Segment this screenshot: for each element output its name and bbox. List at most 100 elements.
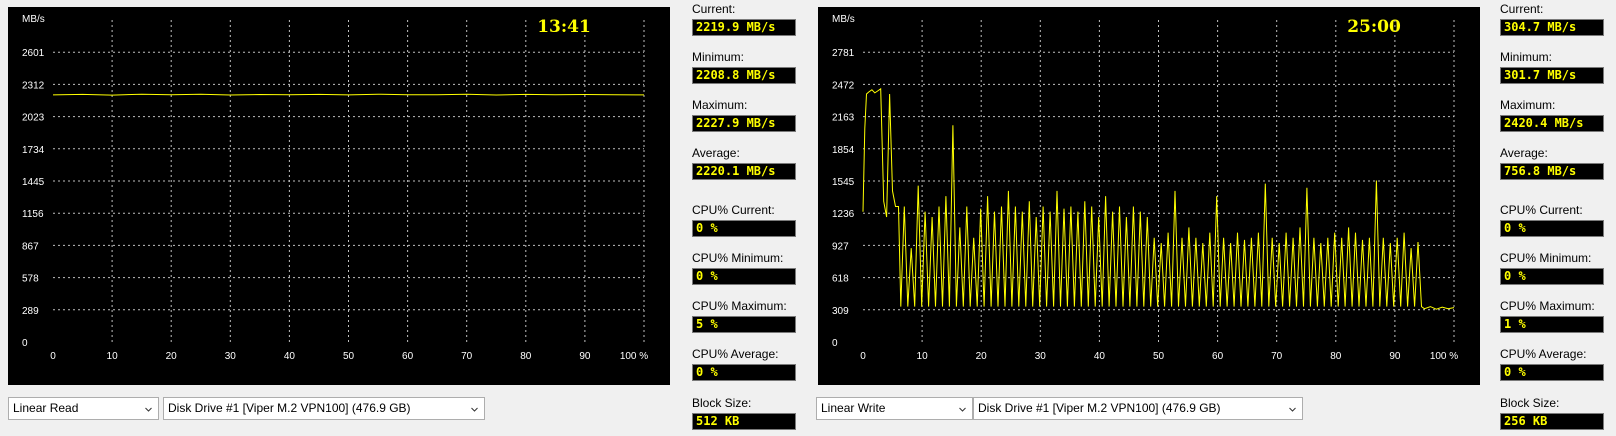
test-mode-select[interactable]: Linear Write xyxy=(816,397,973,420)
y-tick-label: 618 xyxy=(832,274,849,285)
stat-label-minimum: Minimum: xyxy=(1500,50,1553,64)
y-tick-label: 1545 xyxy=(832,177,855,188)
y-tick-label: 0 xyxy=(832,338,838,349)
x-tick-label: 60 xyxy=(402,351,414,362)
stat-value-current: 304.7 MB/s xyxy=(1500,19,1604,36)
y-tick-label: 1236 xyxy=(832,209,855,220)
x-tick-label: 50 xyxy=(343,351,355,362)
x-tick-label: 90 xyxy=(579,351,591,362)
stat-label-maximum: Maximum: xyxy=(1500,98,1556,112)
x-tick-label: 80 xyxy=(1330,351,1342,362)
write-chart: 0 309 618 927 1236 1545 1854 2163 2472 2781 MB/s 0 1… xyxy=(818,7,1480,385)
throughput-line xyxy=(52,93,645,96)
stat-value-cpu-maximum: 1 % xyxy=(1500,316,1604,333)
drive-value: Disk Drive #1 [Viper M.2 VPN100] (476.9 … xyxy=(978,401,1221,415)
stat-value-cpu-current: 0 % xyxy=(692,220,796,237)
test-mode-value: Linear Read xyxy=(13,401,79,415)
stat-value-cpu-minimum: 0 % xyxy=(692,268,796,285)
stat-value-cpu-minimum: 0 % xyxy=(1500,268,1604,285)
stat-value-cpu-average: 0 % xyxy=(1500,364,1604,381)
y-tick-label: 309 xyxy=(832,306,849,317)
test-mode-value: Linear Write xyxy=(821,401,886,415)
x-tick-label: 0 xyxy=(50,351,56,362)
stat-value-current: 2219.9 MB/s xyxy=(692,19,796,36)
chevron-down-icon xyxy=(1289,407,1296,412)
write-test-panel: 0 309 618 927 1236 1545 1854 2163 2472 2781 MB/s 0 1… xyxy=(808,0,1616,436)
x-tick-label: 50 xyxy=(1153,351,1165,362)
chevron-down-icon xyxy=(145,407,152,412)
x-tick-label: 100 % xyxy=(1430,351,1458,362)
read-chart-svg: 0 289 578 867 1156 1445 1734 2023 2312 2601 MB/s 0 1… xyxy=(22,14,648,362)
x-tick-label: 80 xyxy=(520,351,532,362)
y-tick-label: 2601 xyxy=(22,48,45,59)
y-tick-label: 2781 xyxy=(832,48,855,59)
x-tick-label: 0 xyxy=(860,351,866,362)
y-tick-label: 1854 xyxy=(832,145,855,156)
stat-label-block-size: Block Size: xyxy=(692,396,752,410)
y-tick-label: 927 xyxy=(832,241,849,252)
y-tick-label: 1445 xyxy=(22,177,45,188)
x-tick-label: 10 xyxy=(107,351,119,362)
y-axis-label: MB/s xyxy=(832,14,855,25)
stat-label-cpu-minimum: CPU% Minimum: xyxy=(692,251,784,265)
stat-label-current: Current: xyxy=(1500,2,1544,16)
y-tick-label: 1734 xyxy=(22,145,45,156)
drive-value: Disk Drive #1 [Viper M.2 VPN100] (476.9 … xyxy=(168,401,411,415)
write-chart-svg: 0 309 618 927 1236 1545 1854 2163 2472 2781 MB/s 0 1… xyxy=(832,14,1458,362)
elapsed-time: 13:41 xyxy=(537,17,591,37)
read-chart: 0 289 578 867 1156 1445 1734 2023 2312 2601 MB/s 0 1… xyxy=(8,7,670,385)
x-tick-label: 90 xyxy=(1389,351,1401,362)
x-tick-label: 70 xyxy=(1271,351,1283,362)
y-tick-label: 2472 xyxy=(832,80,855,91)
stat-label-cpu-current: CPU% Current: xyxy=(692,203,775,217)
y-tick-label: 2023 xyxy=(22,113,45,124)
stat-label-average: Average: xyxy=(1500,146,1548,160)
stat-value-minimum: 2208.8 MB/s xyxy=(692,67,796,84)
stat-value-average: 756.8 MB/s xyxy=(1500,163,1604,180)
stat-label-maximum: Maximum: xyxy=(692,98,748,112)
stat-label-cpu-minimum: CPU% Minimum: xyxy=(1500,251,1592,265)
chevron-down-icon xyxy=(959,407,966,412)
y-tick-label: 1156 xyxy=(22,209,44,220)
x-tick-label: 20 xyxy=(166,351,178,362)
stat-value-maximum: 2227.9 MB/s xyxy=(692,115,796,132)
read-test-panel: 0 289 578 867 1156 1445 1734 2023 2312 2601 MB/s 0 1… xyxy=(0,0,808,436)
y-tick-label: 2312 xyxy=(22,80,45,91)
y-tick-label: 867 xyxy=(22,241,39,252)
x-tick-label: 30 xyxy=(1035,351,1047,362)
drive-select[interactable]: Disk Drive #1 [Viper M.2 VPN100] (476.9 … xyxy=(163,397,485,420)
grid xyxy=(53,20,645,342)
x-tick-label: 100 % xyxy=(620,351,648,362)
y-axis-label: MB/s xyxy=(22,14,45,25)
stat-label-minimum: Minimum: xyxy=(692,50,745,64)
test-mode-select[interactable]: Linear Read xyxy=(8,397,159,420)
x-tick-label: 40 xyxy=(1094,351,1106,362)
x-tick-label: 10 xyxy=(917,351,929,362)
stat-label-average: Average: xyxy=(692,146,740,160)
x-tick-label: 20 xyxy=(976,351,988,362)
stat-label-cpu-maximum: CPU% Maximum: xyxy=(692,299,787,313)
y-tick-label: 2163 xyxy=(832,113,855,124)
drive-select[interactable]: Disk Drive #1 [Viper M.2 VPN100] (476.9 … xyxy=(973,397,1303,420)
y-tick-label: 289 xyxy=(22,306,39,317)
stat-value-average: 2220.1 MB/s xyxy=(692,163,796,180)
chevron-down-icon xyxy=(471,407,478,412)
stat-label-current: Current: xyxy=(692,2,736,16)
stat-label-cpu-average: CPU% Average: xyxy=(692,347,779,361)
stat-label-block-size: Block Size: xyxy=(1500,396,1560,410)
x-tick-label: 30 xyxy=(225,351,237,362)
x-tick-label: 40 xyxy=(284,351,296,362)
elapsed-time: 25:00 xyxy=(1347,17,1401,37)
stat-label-cpu-current: CPU% Current: xyxy=(1500,203,1583,217)
y-tick-label: 0 xyxy=(22,338,28,349)
x-tick-label: 60 xyxy=(1212,351,1224,362)
stat-value-cpu-average: 0 % xyxy=(692,364,796,381)
stat-value-cpu-current: 0 % xyxy=(1500,220,1604,237)
x-tick-label: 70 xyxy=(461,351,473,362)
stat-label-cpu-average: CPU% Average: xyxy=(1500,347,1587,361)
stat-value-maximum: 2420.4 MB/s xyxy=(1500,115,1604,132)
stat-label-cpu-maximum: CPU% Maximum: xyxy=(1500,299,1595,313)
y-tick-label: 578 xyxy=(22,274,39,285)
stat-value-cpu-maximum: 5 % xyxy=(692,316,796,333)
stat-value-block-size: 512 KB xyxy=(692,413,796,430)
